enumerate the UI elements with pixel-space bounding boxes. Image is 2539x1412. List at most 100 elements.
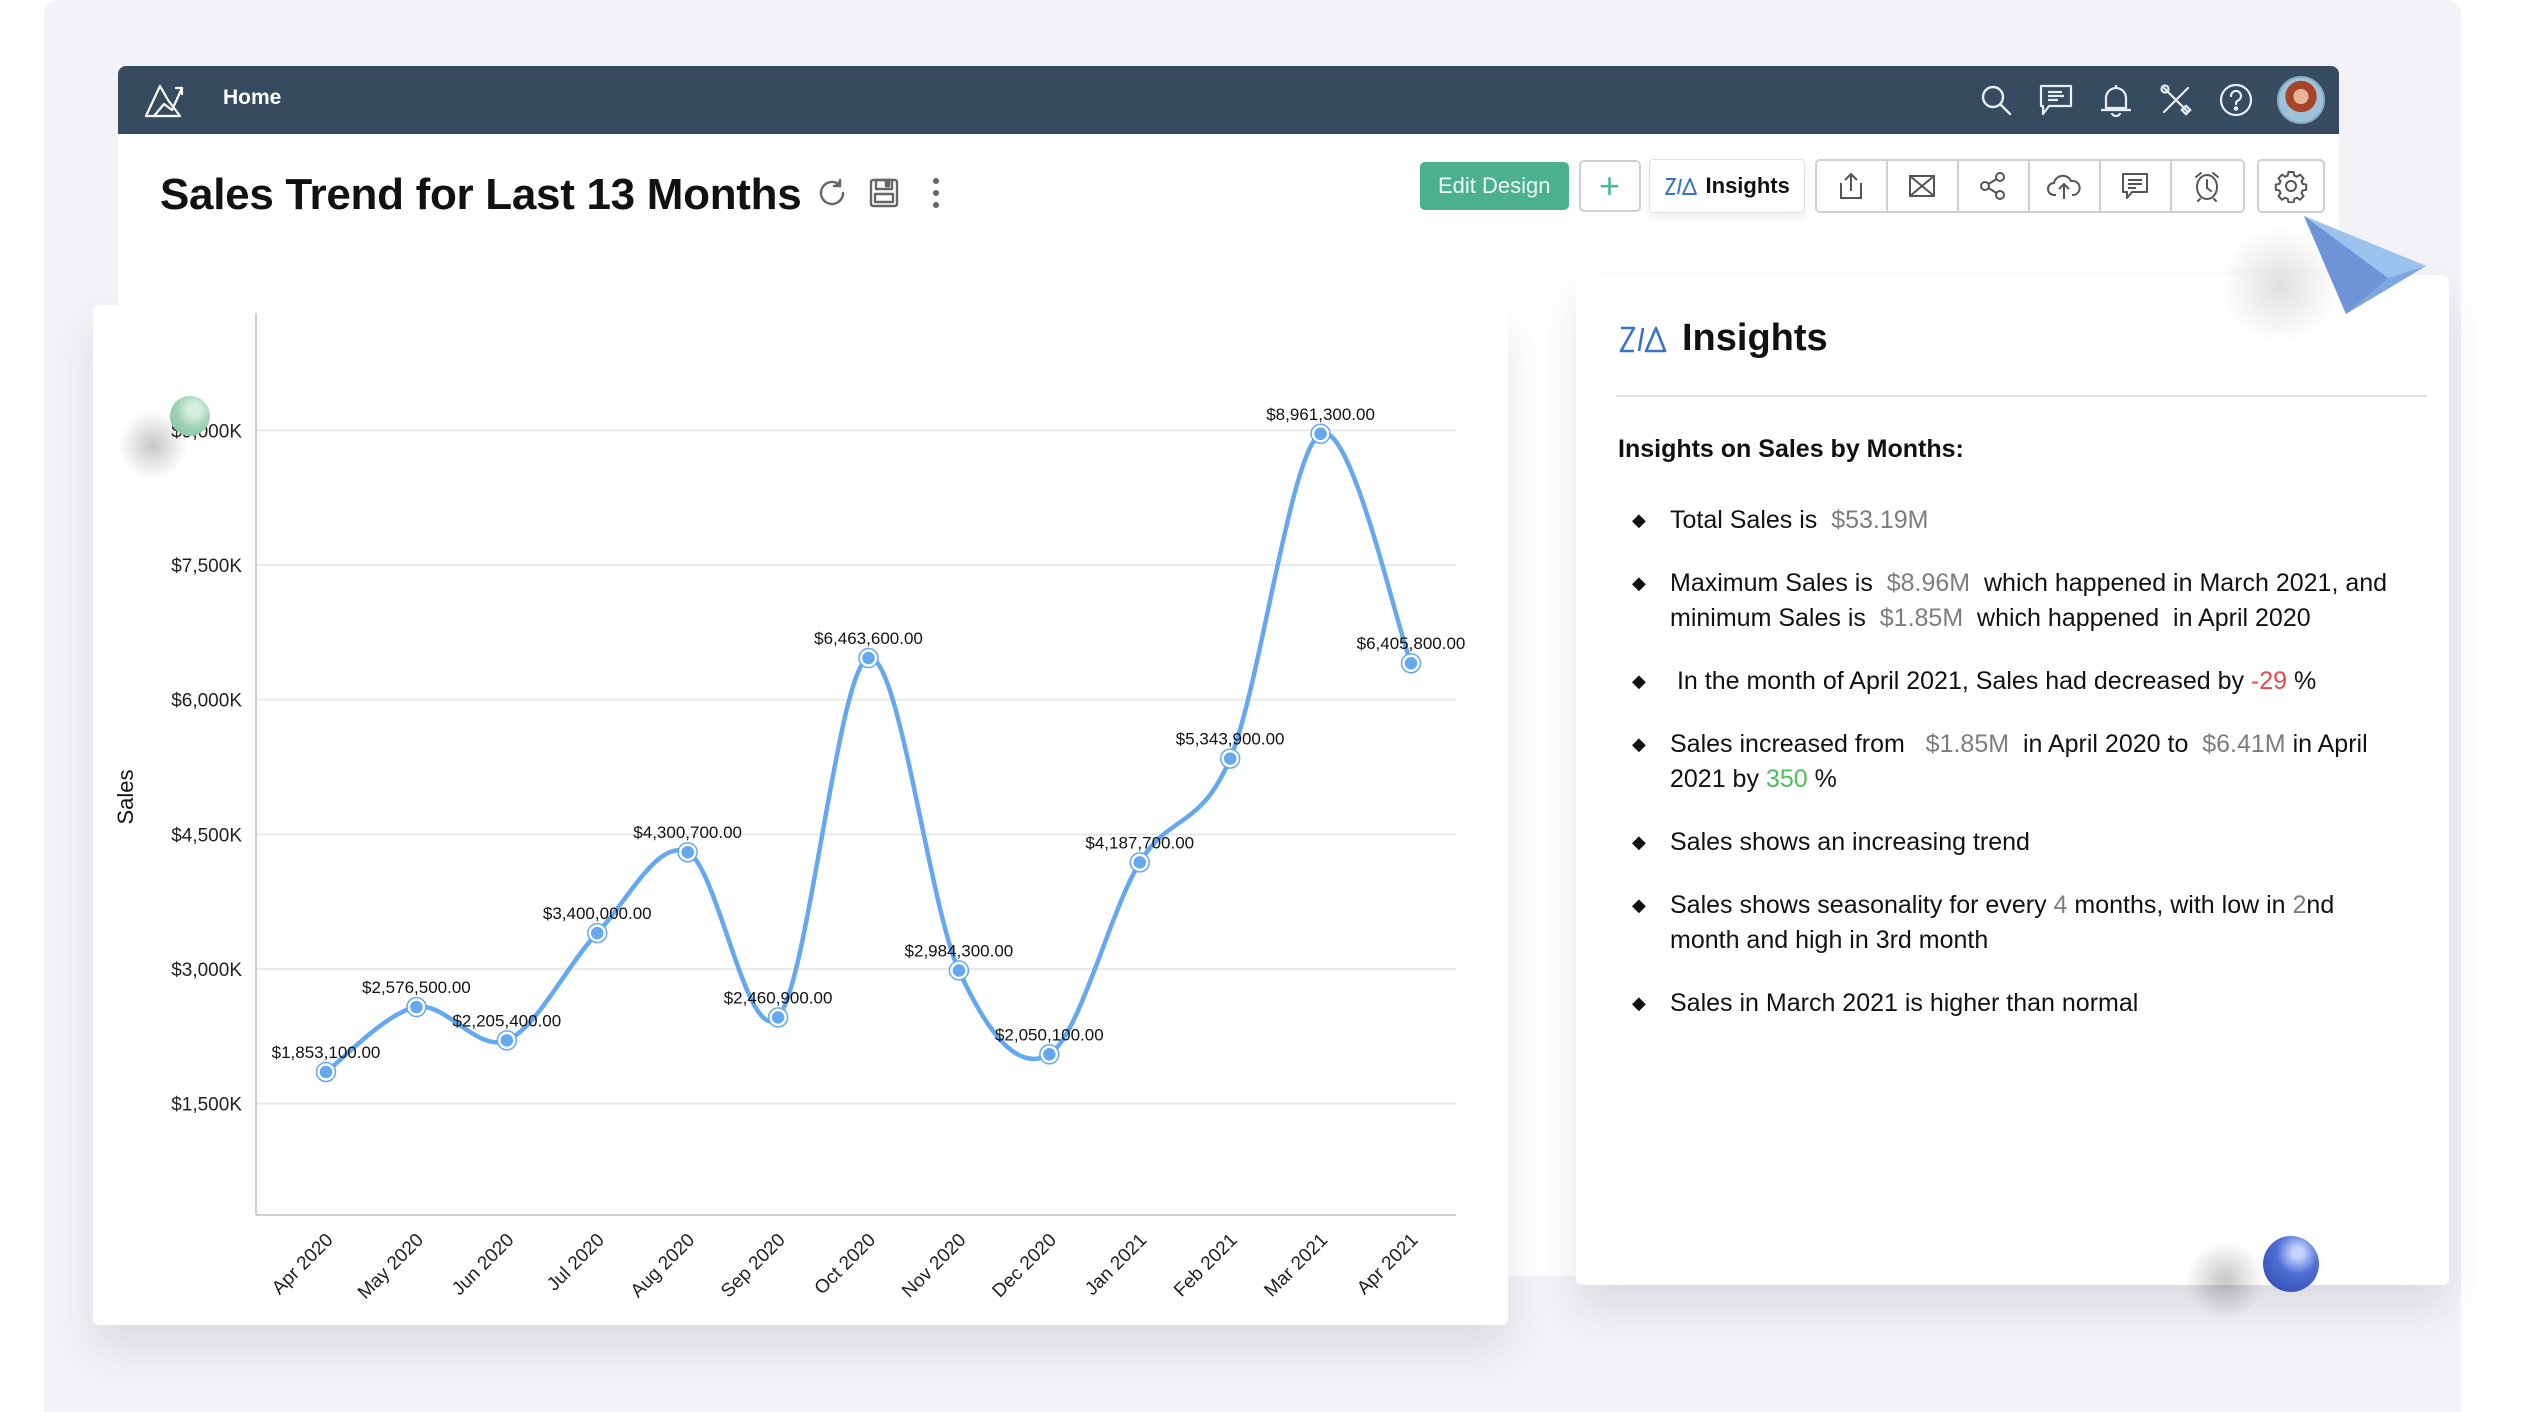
insight-item: ◆ Maximum Sales is $8.96M which happened … — [1618, 566, 2408, 636]
y-tick-label: $1,500K — [171, 1095, 242, 1116]
insight-value: $1.85M — [1925, 730, 2010, 758]
x-tick-labels: Apr 2020 May 2020 Jun 2020 Jul 2020 Aug 2020… — [268, 1230, 1422, 1304]
save-icon[interactable] — [865, 174, 903, 212]
x-tick-label: Nov 2020 — [898, 1230, 970, 1302]
edit-design-button[interactable]: Edit Design — [1420, 162, 1569, 210]
data-point[interactable] — [769, 1008, 787, 1027]
insight-item: ◆ Sales shows seasonality for every 4 mon… — [1618, 888, 2408, 958]
insight-item: ◆ Sales increased from $1.85M in April 20… — [1618, 727, 2408, 797]
y-axis-title: Sales — [113, 769, 138, 824]
y-tick-label: $6,000K — [171, 691, 242, 712]
share-icon[interactable] — [1958, 161, 2030, 211]
data-point[interactable] — [1311, 425, 1330, 443]
decorative-shadow — [2185, 1240, 2265, 1320]
topbar-icon-group — [1977, 74, 2325, 126]
insight-value: $53.19M — [1831, 506, 1929, 534]
data-label: $4,187,700.00 — [1085, 833, 1194, 852]
x-tick-label: Jun 2020 — [448, 1230, 518, 1300]
data-point[interactable] — [1131, 853, 1149, 872]
insight-text: Sales shows an increasing trend — [1670, 828, 2030, 856]
data-label: $5,343,900.00 — [1176, 730, 1285, 749]
insight-value: $8.96M — [1886, 569, 1971, 597]
insight-text: Total Sales is — [1670, 506, 1832, 534]
x-tick-label: Aug 2020 — [627, 1230, 699, 1302]
data-label: $4,300,700.00 — [633, 823, 742, 842]
more-options-icon[interactable] — [917, 174, 955, 212]
data-point[interactable] — [950, 961, 968, 980]
add-button[interactable]: + — [1578, 160, 1641, 212]
insight-text: Sales shows seasonality for every — [1670, 891, 2054, 919]
tools-icon[interactable] — [2157, 81, 2195, 119]
settings-button[interactable] — [2256, 159, 2325, 213]
zia-icon — [1619, 326, 1667, 352]
data-point[interactable] — [317, 1063, 335, 1081]
data-label: $2,984,300.00 — [905, 941, 1014, 960]
insight-text: Sales increased from — [1670, 730, 1926, 758]
data-point[interactable] — [1221, 749, 1239, 768]
x-tick-label: Oct 2020 — [811, 1230, 880, 1299]
user-avatar[interactable] — [2277, 76, 2325, 124]
y-tick-label: $4,500K — [171, 825, 242, 846]
data-point[interactable] — [1402, 654, 1420, 672]
data-point[interactable] — [678, 843, 697, 861]
diamond-bullet-icon: ◆ — [1632, 734, 1646, 754]
diamond-bullet-icon: ◆ — [1632, 832, 1646, 852]
help-icon[interactable] — [2217, 81, 2255, 119]
gridlines — [256, 429, 1456, 1105]
data-label: $8,961,300.00 — [1266, 405, 1375, 424]
data-point[interactable] — [1040, 1045, 1059, 1064]
insight-value: -29 — [2250, 667, 2288, 695]
page-title: Sales Trend for Last 13 Months — [160, 170, 802, 219]
insight-text: In the month of April 2021, Sales had de… — [1670, 667, 2251, 695]
export-icon[interactable] — [1816, 161, 1888, 211]
data-point[interactable] — [859, 649, 878, 667]
insights-panel: Insights Insights on Sales by Months: ◆ T… — [1576, 275, 2449, 1285]
sales-line-chart: $1,500K$3,000K$4,500K$6,000K$7,500K$9,00… — [113, 313, 1466, 1304]
data-point[interactable] — [498, 1031, 516, 1050]
data-point[interactable] — [588, 924, 606, 942]
insight-item: ◆ In the month of April 2021, Sales had … — [1618, 664, 2408, 699]
decorative-green-sphere — [170, 396, 210, 436]
data-points — [315, 423, 1422, 1083]
x-tick-label: Dec 2020 — [989, 1230, 1061, 1302]
y-tick-label: $3,000K — [171, 960, 242, 981]
insight-item: ◆ Total Sales is $53.19M — [1618, 503, 2408, 538]
diamond-bullet-icon: ◆ — [1632, 510, 1646, 530]
comments-icon[interactable] — [2037, 81, 2075, 119]
publish-cloud-icon[interactable] — [2029, 161, 2101, 211]
x-tick-label: Apr 2021 — [1353, 1230, 1422, 1299]
x-tick-label: May 2020 — [354, 1230, 428, 1304]
diamond-bullet-icon: ◆ — [1632, 671, 1646, 691]
x-tick-label: Feb 2021 — [1170, 1230, 1242, 1302]
insights-title: Insights — [1682, 317, 1828, 359]
insights-header: Insights — [1618, 317, 1828, 360]
chart-card: $1,500K $3,000K $4,500K $6,000K $7,500K $9,00… — [93, 305, 1508, 1325]
insight-value: 2 — [2292, 891, 2307, 919]
home-link[interactable]: Home — [223, 86, 281, 110]
search-icon[interactable] — [1977, 81, 2015, 119]
data-label: $2,050,100.00 — [995, 1025, 1104, 1044]
data-label: $6,405,800.00 — [1357, 634, 1466, 653]
action-button-group — [1814, 159, 2245, 213]
y-tick-label: $7,500K — [171, 556, 242, 577]
email-icon[interactable] — [1887, 161, 1959, 211]
comment-icon[interactable] — [2100, 161, 2172, 211]
data-label: $2,576,500.00 — [362, 978, 471, 997]
insight-text: in April 2020 to — [2009, 730, 2203, 758]
schedule-alarm-icon[interactable] — [2171, 161, 2243, 211]
data-label: $1,853,100.00 — [272, 1043, 381, 1062]
analytics-logo-icon[interactable] — [142, 78, 188, 122]
refresh-icon[interactable] — [813, 174, 851, 212]
insight-text: which happened in April 2020 — [1963, 604, 2311, 632]
settings-gear-icon — [2274, 171, 2308, 203]
insights-button[interactable]: Insights — [1648, 159, 1805, 213]
insight-value: $6.41M — [2202, 730, 2286, 758]
screenshot-stage: Home Sales Trend for Last 13 Months Edit… — [0, 0, 2539, 1412]
data-label: $3,400,000.00 — [543, 904, 652, 923]
x-tick-label: Jan 2021 — [1081, 1230, 1151, 1300]
notification-bell-icon[interactable] — [2097, 81, 2135, 119]
insight-item: ◆ Sales in March 2021 is higher than norm… — [1618, 986, 2408, 1021]
zia-icon — [1664, 178, 1697, 195]
data-point[interactable] — [407, 998, 426, 1016]
x-tick-label: Jul 2020 — [543, 1230, 609, 1296]
